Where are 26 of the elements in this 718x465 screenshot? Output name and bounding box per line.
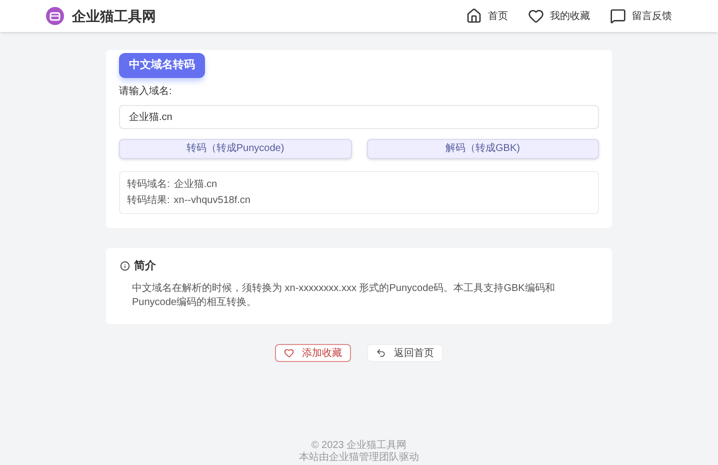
field-label: 请输入域名:	[119, 84, 173, 98]
result-label: 转码域名:	[127, 178, 170, 190]
heart-icon	[528, 8, 544, 24]
action-button[interactable]: 添加收藏	[275, 344, 351, 362]
info-icon	[120, 260, 130, 271]
convert-button[interactable]: 解码（转成GBK)	[366, 138, 599, 158]
footer-text: © 2023 企业猫工具网	[311, 440, 407, 452]
logo-icon	[46, 7, 64, 25]
tool-title-badge: 中文域名转码	[119, 53, 205, 78]
result-value: 企业猫.cn	[174, 178, 218, 190]
result-label: 转码结果:	[127, 194, 170, 206]
heart-icon	[284, 348, 294, 358]
nav-link[interactable]: 留言反馈	[610, 8, 672, 24]
action-button[interactable]: 返回首页	[367, 344, 443, 362]
chat-icon	[610, 8, 626, 24]
nav-link[interactable]: 我的收藏	[528, 8, 590, 24]
intro-text: 中文域名在解析的时候，须转换为 xn-xxxxxxxx.xxx 形式的Punycode码。本工具支持GBK编码和Punycode编码的相互转换。	[131, 282, 556, 310]
domain-input-field[interactable]: 企业猫.cn	[119, 104, 599, 128]
home-icon	[466, 8, 482, 24]
convert-button[interactable]: 转码（转成Punycode)	[119, 138, 352, 158]
nav-link[interactable]: 首页	[466, 8, 508, 24]
intro-title: 简介	[134, 258, 156, 274]
footer-text: 本站由企业猫管理团队驱动	[299, 452, 419, 464]
site-logo-text: 企业猫工具网	[72, 6, 156, 26]
result-value: xn--vhquv518f.cn	[174, 194, 250, 206]
back-arrow-icon	[376, 348, 386, 358]
